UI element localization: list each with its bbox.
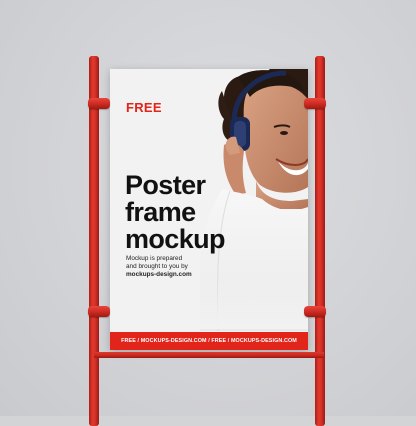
clamp-bottom-left	[88, 306, 110, 317]
mockup-scene: FREE Poster frame mockup Mockup is prepa…	[0, 0, 416, 426]
clamp-top-right	[304, 98, 326, 109]
right-frame-pole	[315, 56, 325, 426]
poster-blurb: Mockup is prepared and brought to you by…	[126, 255, 192, 279]
left-frame-pole	[89, 56, 99, 426]
frame-crossbar	[94, 352, 324, 358]
poster-footer-text: FREE / MOCKUPS-DESIGN.COM / FREE / MOCKU…	[121, 338, 297, 344]
poster-free-badge: FREE	[126, 100, 162, 115]
blurb-line-2: and brought to you by	[126, 263, 188, 270]
headline-line-2: frame	[125, 197, 196, 227]
headline-line-1: Poster	[125, 170, 206, 200]
poster-footer-band: FREE / MOCKUPS-DESIGN.COM / FREE / MOCKU…	[110, 332, 308, 350]
headline-line-3: mockup	[125, 224, 226, 254]
clamp-bottom-right	[304, 306, 326, 317]
clamp-top-left	[88, 98, 110, 109]
poster-headline: Poster frame mockup	[125, 170, 226, 254]
poster: FREE Poster frame mockup Mockup is prepa…	[110, 69, 308, 350]
blurb-line-1: Mockup is prepared	[126, 255, 183, 262]
blurb-website: mockups-design.com	[126, 271, 192, 278]
